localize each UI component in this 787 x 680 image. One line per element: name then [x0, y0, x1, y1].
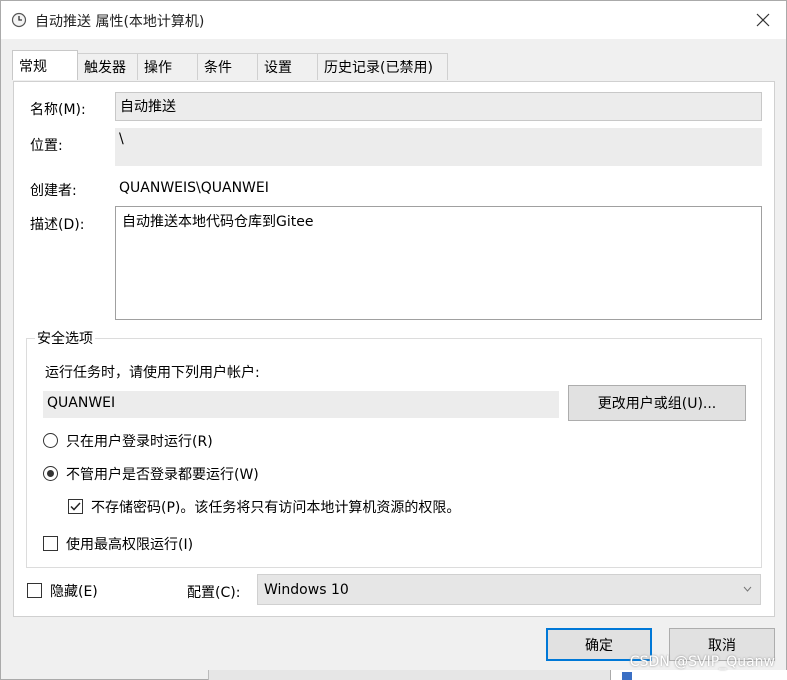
- change-user-button[interactable]: 更改用户或组(U)...: [568, 385, 746, 421]
- tab-settings[interactable]: 设置: [257, 53, 318, 80]
- location-label: 位置:: [30, 138, 63, 154]
- background-window-edge: [0, 670, 787, 680]
- tab-actions[interactable]: 操作: [137, 53, 198, 80]
- location-field: \: [115, 128, 762, 166]
- chevron-down-icon: [743, 586, 752, 592]
- no-store-password-label: 不存储密码(P)。该任务将只有访问本地计算机资源的权限。: [91, 500, 461, 516]
- security-options-title: 安全选项: [35, 328, 95, 348]
- user-account-field: QUANWEI: [43, 391, 559, 418]
- author-value: QUANWEIS\QUANWEI: [119, 180, 269, 196]
- close-button[interactable]: [740, 1, 786, 39]
- title-bar: 自动推送 属性(本地计算机): [1, 1, 786, 39]
- highest-privileges-label: 使用最高权限运行(I): [66, 537, 194, 553]
- general-tab-panel: 名称(M): 自动推送 位置: \ 创建者: QUANWEIS\QUANWEI …: [13, 81, 775, 617]
- tab-triggers[interactable]: 触发器: [77, 53, 138, 80]
- radio-run-when-logged-on[interactable]: [43, 433, 58, 448]
- config-label: 配置(C):: [187, 585, 241, 601]
- name-label: 名称(M):: [30, 102, 86, 118]
- tab-conditions[interactable]: 条件: [197, 53, 258, 80]
- security-options-group: 安全选项 运行任务时，请使用下列用户帐户: QUANWEI 更改用户或组(U).…: [26, 328, 762, 568]
- run-as-prompt: 运行任务时，请使用下列用户帐户:: [45, 365, 260, 381]
- description-label: 描述(D):: [30, 217, 85, 233]
- tab-general[interactable]: 常规: [12, 50, 78, 80]
- hidden-checkbox[interactable]: [27, 583, 42, 598]
- tab-history[interactable]: 历史记录(已禁用): [317, 53, 448, 80]
- no-store-password-checkbox[interactable]: [68, 499, 83, 514]
- csdn-watermark: CSDN @SVIP_Quanw: [629, 654, 775, 670]
- hidden-label: 隐藏(E): [50, 584, 98, 600]
- highest-privileges-checkbox[interactable]: [43, 536, 58, 551]
- checkmark-icon: [70, 502, 81, 511]
- description-field[interactable]: 自动推送本地代码仓库到Gitee: [115, 206, 762, 320]
- name-field[interactable]: 自动推送: [115, 92, 762, 121]
- clock-icon: [11, 12, 27, 28]
- radio-run-when-logged-on-label: 只在用户登录时运行(R): [66, 434, 213, 450]
- task-properties-dialog: 自动推送 属性(本地计算机) 常规 触发器 操作 条件 设置 历史记录(已禁用)…: [0, 0, 787, 680]
- config-select-value: Windows 10: [264, 581, 349, 598]
- tab-strip: 常规 触发器 操作 条件 设置 历史记录(已禁用): [12, 50, 448, 81]
- author-label: 创建者:: [30, 183, 77, 199]
- window-title: 自动推送 属性(本地计算机): [35, 14, 205, 30]
- config-select[interactable]: Windows 10: [257, 574, 761, 605]
- close-icon: [756, 13, 770, 27]
- radio-run-whether-logged-on[interactable]: [43, 466, 58, 481]
- radio-run-whether-logged-on-label: 不管用户是否登录都要运行(W): [66, 467, 259, 483]
